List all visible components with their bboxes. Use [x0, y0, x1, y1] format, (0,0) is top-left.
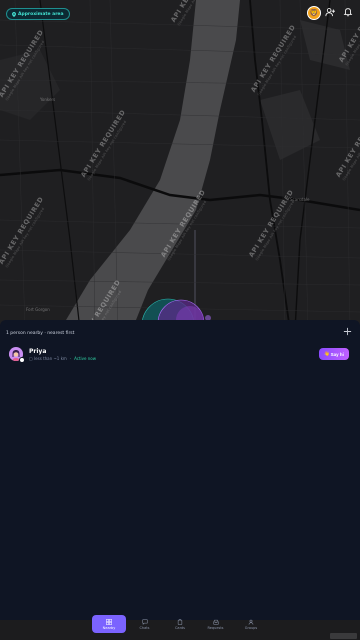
wave-icon: 👋 [324, 351, 330, 356]
map-base-graphic [0, 0, 360, 330]
nav-label: Cards [174, 625, 185, 630]
approximate-area-label: Approximate area [18, 11, 64, 17]
inbox-icon [212, 619, 219, 625]
nav-label: Chats [139, 625, 150, 630]
groups-icon [248, 619, 254, 625]
say-hi-label: Say hi [330, 351, 344, 357]
app-root: API KEY REQUIRED Google Maps API key not … [0, 0, 360, 640]
corner-badge [330, 633, 357, 639]
map-place-label: Yonkers [40, 97, 56, 102]
nav-item-nearby[interactable]: Nearby [92, 615, 126, 633]
person-meta: ▢ less than ~1 km · Active now [29, 356, 96, 361]
online-indicator [19, 357, 25, 363]
nav-item-groups[interactable]: Groups [234, 615, 268, 633]
bottom-nav: Nearby Chats Cards Requests Groups [92, 614, 268, 634]
person-status: Active now [74, 356, 97, 361]
nearby-summary: 1 person nearby · nearest first [6, 331, 75, 336]
dot-separator: · [69, 356, 72, 361]
map-place-label: Scarsdale [290, 197, 310, 202]
map-view[interactable]: API KEY REQUIRED Google Maps API key not … [0, 0, 360, 330]
add-person-icon[interactable] [325, 7, 335, 17]
say-hi-button[interactable]: 👋 Say hi [319, 348, 349, 360]
nav-label: Groups [244, 625, 258, 630]
location-pin-icon [12, 11, 16, 17]
map-place-label: Fort Gorgon [26, 307, 50, 312]
nav-label: Nearby [102, 625, 116, 630]
plus-icon[interactable] [343, 327, 352, 336]
nav-label: Requests [207, 625, 224, 630]
bell-icon[interactable] [343, 7, 353, 17]
person-name: Priya [29, 348, 47, 355]
profile-avatar[interactable]: 🦁 [307, 6, 321, 20]
chat-icon [141, 618, 148, 625]
cards-icon [177, 618, 183, 625]
nav-item-chats[interactable]: Chats [128, 615, 162, 633]
approximate-area-chip[interactable]: Approximate area [6, 8, 70, 20]
person-distance: ▢ less than ~1 km [29, 356, 67, 361]
list-item[interactable]: Priya ▢ less than ~1 km · Active now 👋 S… [9, 347, 351, 363]
grid-icon [106, 618, 112, 625]
nearby-sheet: 1 person nearby · nearest first [0, 320, 360, 620]
nav-item-requests[interactable]: Requests [199, 615, 233, 633]
nav-item-cards[interactable]: Cards [163, 615, 197, 633]
avatar-emoji: 🦁 [309, 9, 319, 17]
